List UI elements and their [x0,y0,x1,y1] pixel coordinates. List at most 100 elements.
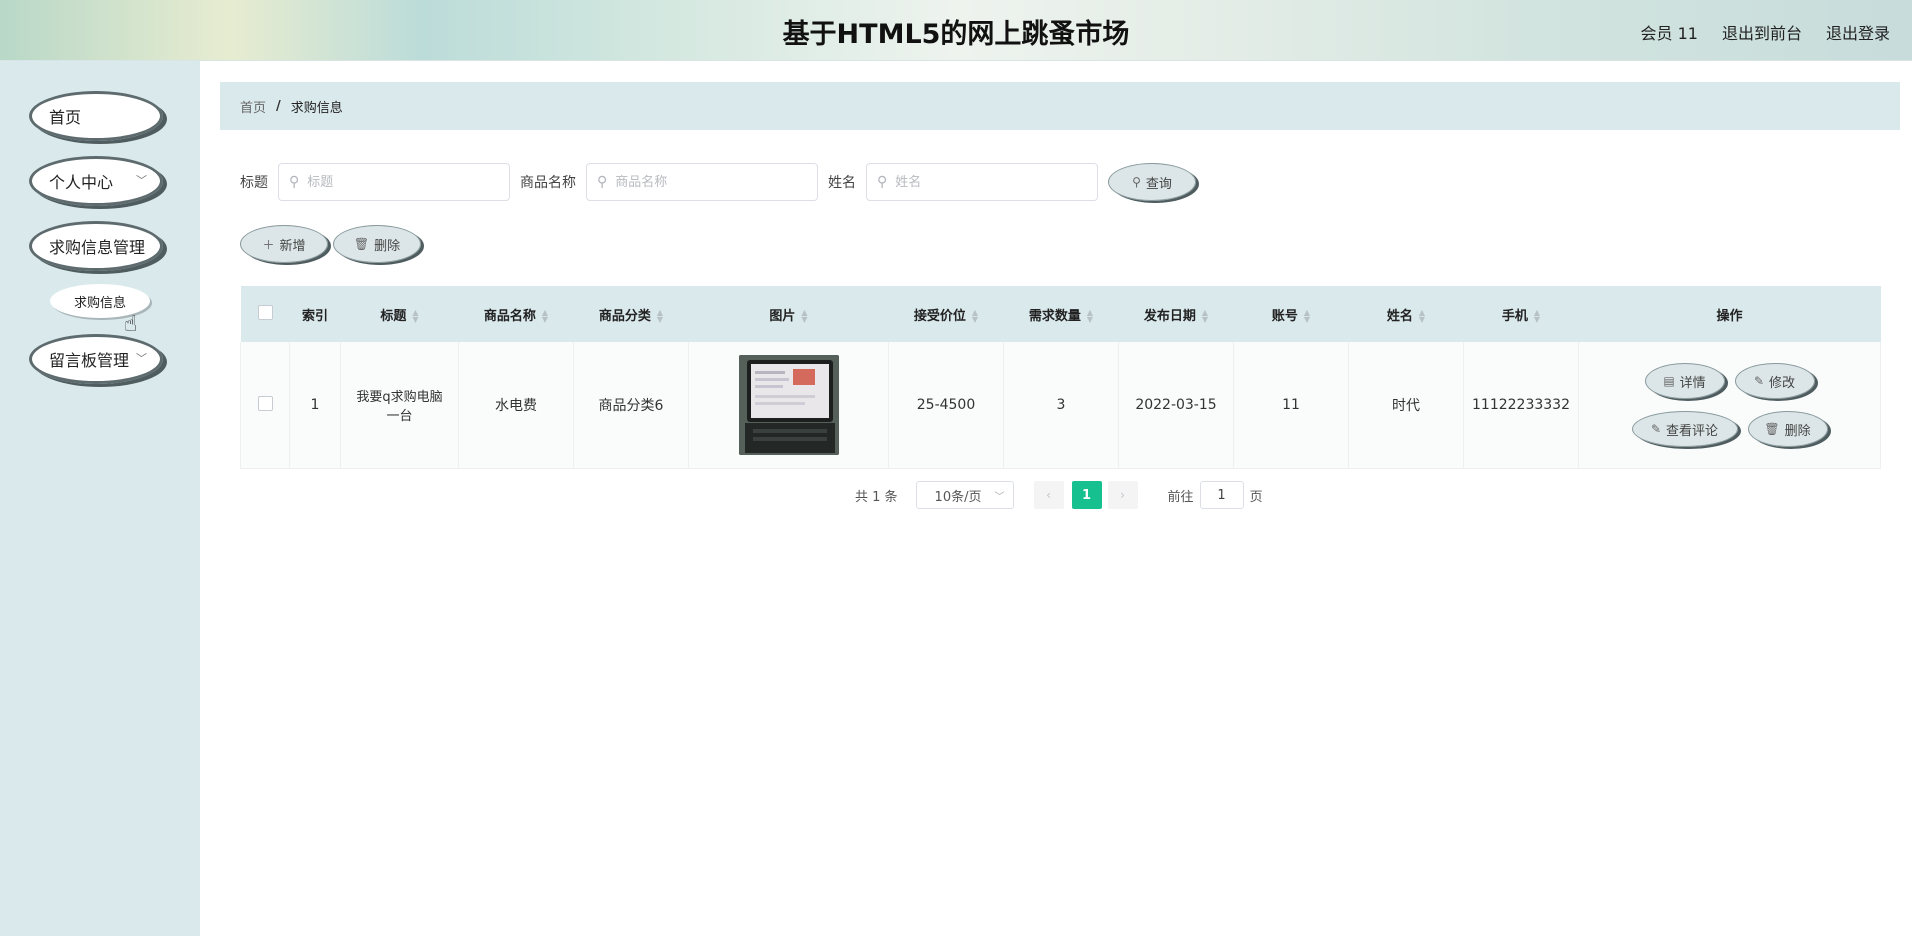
col-header-image[interactable]: 图片 ▲ ▼ [688,286,889,342]
sort-icon[interactable]: ▲ ▼ [542,309,548,324]
col-header-label: 商品分类 [598,308,651,324]
sort-icon[interactable]: ▲ ▼ [657,309,663,324]
sort-icon[interactable]: ▲ ▼ [1534,309,1540,324]
detail-button[interactable]: ▤ 详情 [1644,363,1725,399]
goto-page-input[interactable] [1199,481,1244,509]
search-form: 标题 ⚲ 商品名称 ⚲ 姓名 ⚲ ⚲ 查询 [240,162,1196,202]
cell-title: 我要q求购电脑一台 [340,342,459,469]
sidebar-item-label: 求购信息管理 [49,238,146,257]
search-icon: ⚲ [1132,175,1141,189]
member-link[interactable]: 会员 11 [1641,20,1698,44]
add-button[interactable]: ＋ 新增 [240,225,328,263]
sort-icon[interactable]: ▲ ▼ [972,309,978,324]
prev-page-button[interactable]: ‹ [1033,481,1064,509]
col-header-product[interactable]: 商品名称 ▲ ▼ [458,286,574,342]
add-button-label: 新增 [279,238,306,254]
chevron-down-icon: ﹀ [136,352,147,365]
col-header-label: 图片 [769,308,796,324]
delete-button[interactable]: 🗑 删除 [333,225,421,263]
page-size-value: 10条/页 [934,489,982,505]
chevron-left-icon: ‹ [1046,488,1051,502]
cell-actions: ▤ 详情 ✎ 修改 ✎ 查看评论 🗑 删除 [1578,342,1881,469]
edit-button[interactable]: ✎ 修改 [1734,363,1815,399]
sidebar-subitem-label: 求购信息 [73,295,126,311]
sort-icon[interactable]: ▲ ▼ [1419,309,1425,324]
view-comments-button-label: 查看评论 [1666,423,1719,439]
select-all-checkbox[interactable] [257,304,273,320]
search-icon: ⚲ [597,174,608,190]
row-select-cell [240,342,290,469]
title-search-box: ⚲ [278,163,510,201]
detail-button-label: 详情 [1679,375,1706,391]
col-header-title[interactable]: 标题 ▲ ▼ [340,286,459,342]
row-delete-button[interactable]: 🗑 删除 [1747,411,1828,447]
page-suffix: 页 [1249,489,1263,505]
col-header-label: 操作 [1716,308,1743,324]
col-header-name[interactable]: 姓名 ▲ ▼ [1348,286,1464,342]
edit-button-label: 修改 [1769,375,1796,391]
sort-icon[interactable]: ▲ ▼ [1304,309,1310,324]
col-header-label: 需求数量 [1028,308,1081,324]
purchase-table: 索引 标题 ▲ ▼ 商品名称 ▲ ▼ 商品分类 ▲ ▼ 图片 ▲ ▼ 接受价位 ▲ ▼ 需求数量 ▲ ▼… [240,286,1881,469]
col-header-phone[interactable]: 手机 ▲ ▼ [1463,286,1579,342]
cell-quantity: 3 [1003,342,1119,469]
hand-cursor-icon: ☝ [124,312,138,337]
sidebar-item-personal-center[interactable]: 个人中心 ﹀ [29,156,163,206]
trash-icon: 🗑 [353,237,370,251]
col-header-quantity[interactable]: 需求数量 ▲ ▼ [1003,286,1119,342]
sidebar-item-home[interactable]: 首页 [29,91,163,141]
product-name-search-input[interactable] [613,173,798,191]
table-row: 1 我要q求购电脑一台 水电费 商品分类6 25-4500 3 2022-03-… [240,342,1881,469]
sidebar: 首页 个人中心 ﹀ 求购信息管理 求购信息 留言板管理 ﹀ [0,61,200,936]
sort-icon[interactable]: ▲ ▼ [1202,309,1208,324]
col-header-label: 索引 [301,308,328,324]
product-thumbnail-image[interactable] [738,355,839,455]
pagination: 共 1 条 10条/页 ﹀ ‹ 1 › 前往 页 [855,481,1263,509]
col-header-price[interactable]: 接受价位 ▲ ▼ [888,286,1004,342]
query-button[interactable]: ⚲ 查询 [1108,163,1196,201]
sort-icon[interactable]: ▲ ▼ [801,309,807,324]
query-button-label: 查询 [1145,176,1172,192]
app-title: 基于HTML5的网上跳蚤市场 [782,19,1130,50]
col-header-account[interactable]: 账号 ▲ ▼ [1233,286,1349,342]
row-checkbox[interactable] [257,395,273,411]
select-all-cell [240,286,290,342]
page-size-select[interactable]: 10条/页 ﹀ [915,481,1014,509]
header-nav: 会员 11 退出到前台 退出登录 [1641,20,1890,44]
col-header-date[interactable]: 发布日期 ▲ ▼ [1118,286,1234,342]
trash-icon: 🗑 [1764,422,1780,436]
search-icon: ⚲ [289,174,300,190]
tablet-photo-icon [738,355,839,455]
breadcrumb-home[interactable]: 首页 [240,97,266,116]
name-label: 姓名 [828,175,856,191]
cell-price: 25-4500 [888,342,1004,469]
sort-icon[interactable]: ▲ ▼ [1087,309,1093,324]
product-name-label: 商品名称 [520,175,576,191]
search-icon: ⚲ [877,174,888,190]
total-count: 共 1 条 [855,489,898,505]
row-delete-button-label: 删除 [1784,423,1811,439]
cell-account: 11 [1233,342,1349,469]
page-number-current[interactable]: 1 [1071,481,1102,509]
cell-phone: 11122233332 [1463,342,1579,469]
pencil-icon: ✎ [1650,422,1662,436]
cell-category: 商品分类6 [573,342,689,469]
sort-icon[interactable]: ▲ ▼ [412,309,418,324]
name-search-input[interactable] [893,173,1078,191]
chevron-down-icon: ﹀ [994,492,1005,503]
view-comments-button[interactable]: ✎ 查看评论 [1631,411,1738,447]
next-page-button[interactable]: › [1107,481,1138,509]
sidebar-item-purchase-management[interactable]: 求购信息管理 [29,221,163,271]
document-icon: ▤ [1663,374,1675,388]
breadcrumb-current: 求购信息 [290,100,343,116]
exit-to-frontend-link[interactable]: 退出到前台 [1722,20,1802,44]
col-header-category[interactable]: 商品分类 ▲ ▼ [573,286,689,342]
col-header-label: 发布日期 [1143,308,1196,324]
sidebar-item-message-board[interactable]: 留言板管理 ﹀ [29,334,163,384]
sidebar-item-label: 个人中心 [49,173,114,192]
title-search-input[interactable] [305,173,490,191]
sidebar-item-label: 留言板管理 [49,351,130,370]
logout-link[interactable]: 退出登录 [1826,20,1890,44]
sidebar-item-label: 首页 [49,108,82,127]
col-header-label: 姓名 [1386,308,1413,324]
